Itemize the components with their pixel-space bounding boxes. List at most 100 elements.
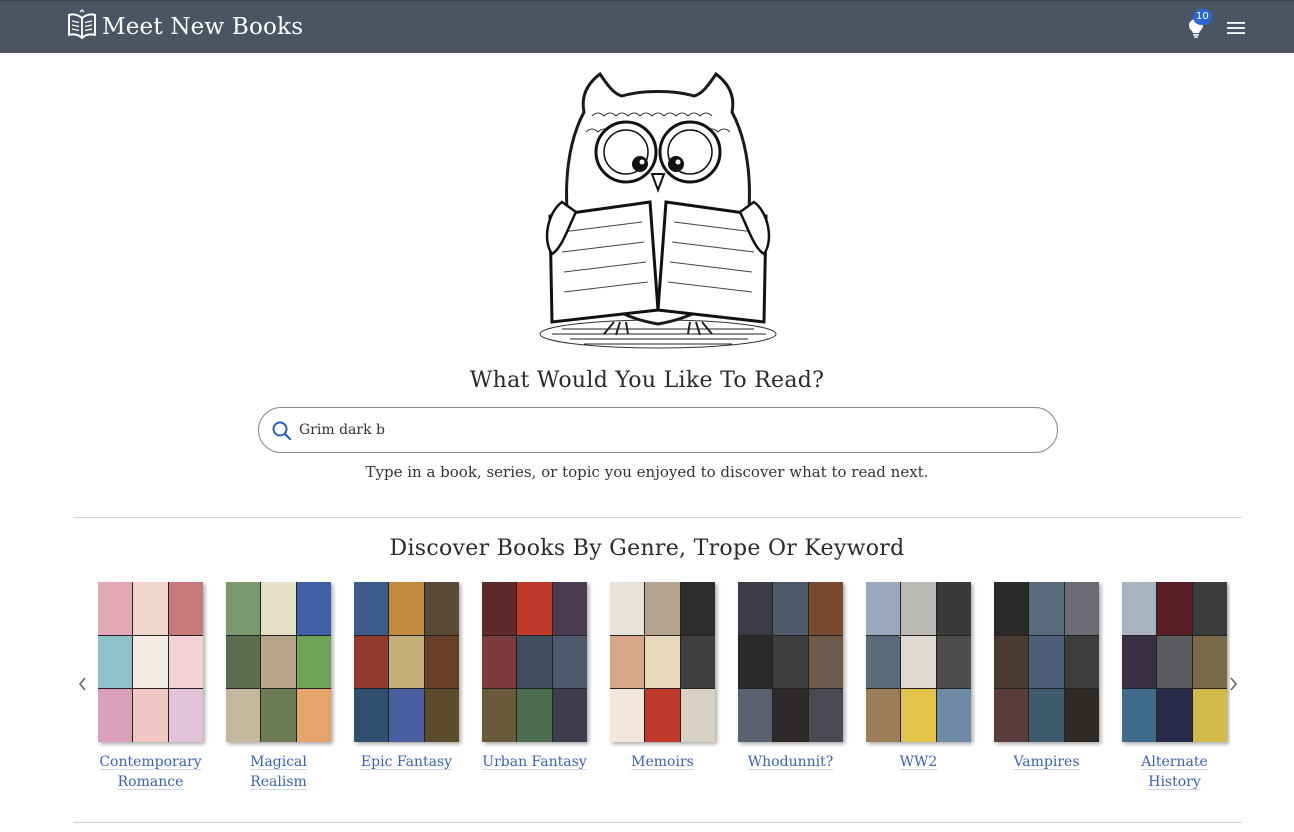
book-cover-thumbnail (808, 635, 843, 689)
book-cover-thumbnail (98, 689, 133, 742)
book-cover-thumbnail (773, 635, 808, 689)
book-cover-thumbnail (1064, 635, 1099, 689)
genre-cover-collage[interactable] (738, 582, 843, 742)
book-cover-thumbnail (482, 635, 517, 689)
section-divider (74, 517, 1242, 518)
brand-logo-link[interactable]: Meet New Books (66, 9, 304, 44)
genre-link-label[interactable]: Urban Fantasy (482, 752, 587, 772)
book-cover-thumbnail (98, 582, 133, 635)
genre-cover-collage[interactable] (98, 582, 203, 742)
book-cover-thumbnail (866, 635, 901, 689)
brand-name: Meet New Books (102, 14, 304, 40)
genre-link-text: Contemporary Romance (99, 754, 202, 790)
book-cover-thumbnail (994, 635, 1029, 689)
book-cover-thumbnail (680, 582, 715, 635)
book-cover-thumbnail (482, 689, 517, 742)
discover-title: Discover Books By Genre, Trope Or Keywor… (389, 536, 905, 561)
genre-card[interactable]: WW2 (866, 582, 986, 772)
book-cover-thumbnail (1064, 582, 1099, 635)
genre-cover-collage[interactable] (994, 582, 1099, 742)
book-cover-thumbnail (389, 635, 424, 689)
book-cover-thumbnail (994, 582, 1029, 635)
book-cover-thumbnail (424, 635, 459, 689)
book-cover-thumbnail (901, 635, 936, 689)
section-divider-bottom (74, 822, 1242, 823)
book-cover-thumbnail (738, 582, 773, 635)
book-cover-thumbnail (552, 689, 587, 742)
genre-card[interactable]: Urban Fantasy (482, 582, 602, 772)
book-cover-thumbnail (168, 635, 203, 689)
book-cover-thumbnail (296, 582, 331, 635)
search-input[interactable] (299, 416, 1039, 444)
genre-cover-collage[interactable] (482, 582, 587, 742)
book-cover-thumbnail (354, 689, 389, 742)
book-cover-thumbnail (1029, 582, 1064, 635)
book-cover-thumbnail (936, 635, 971, 689)
book-cover-thumbnail (552, 635, 587, 689)
book-cover-thumbnail (226, 635, 261, 689)
genre-link-label[interactable]: Contemporary Romance (98, 752, 203, 792)
genre-link-label[interactable]: Magical Realism (226, 752, 331, 792)
book-cover-thumbnail (389, 689, 424, 742)
book-cover-thumbnail (680, 689, 715, 742)
book-cover-thumbnail (1192, 689, 1227, 742)
book-cover-thumbnail (168, 689, 203, 742)
book-cover-thumbnail (1192, 582, 1227, 635)
carousel-prev-button[interactable] (74, 674, 92, 694)
genre-link-label[interactable]: Memoirs (610, 752, 715, 772)
book-cover-thumbnail (901, 689, 936, 742)
book-cover-thumbnail (936, 582, 971, 635)
book-cover-thumbnail (261, 689, 296, 742)
book-cover-thumbnail (808, 689, 843, 742)
genre-card[interactable]: Epic Fantasy (354, 582, 474, 772)
genre-link-label[interactable]: Epic Fantasy (354, 752, 459, 772)
genre-link-text: Alternate History (1141, 754, 1208, 790)
genre-link-label[interactable]: Alternate History (1122, 752, 1227, 792)
genre-cover-collage[interactable] (1122, 582, 1227, 742)
search-bar (258, 407, 1058, 453)
genre-cover-collage[interactable] (610, 582, 715, 742)
book-cover-thumbnail (901, 582, 936, 635)
chevron-right-icon (1230, 677, 1238, 691)
book-cover-thumbnail (482, 582, 517, 635)
genre-cover-collage[interactable] (866, 582, 971, 742)
book-cover-thumbnail (226, 689, 261, 742)
book-cover-thumbnail (424, 582, 459, 635)
genre-link-label[interactable]: WW2 (866, 752, 971, 772)
genre-card[interactable]: Memoirs (610, 582, 730, 772)
book-cover-thumbnail (389, 582, 424, 635)
book-cover-thumbnail (645, 635, 680, 689)
book-cover-thumbnail (226, 582, 261, 635)
genre-cover-collage[interactable] (354, 582, 459, 742)
genre-link-label[interactable]: Vampires (994, 752, 1099, 772)
hero-subtitle: Type in a book, series, or topic you enj… (365, 463, 929, 481)
book-cover-thumbnail (738, 635, 773, 689)
carousel-next-button[interactable] (1224, 674, 1242, 694)
main-menu-button[interactable] (1224, 11, 1248, 45)
owl-reading-book-illustration (522, 71, 794, 352)
genre-card[interactable]: Alternate History (1122, 582, 1230, 792)
book-cover-thumbnail (936, 689, 971, 742)
search-icon (272, 421, 292, 441)
genre-card[interactable]: Magical Realism (226, 582, 346, 792)
book-cover-thumbnail (866, 582, 901, 635)
book-cover-thumbnail (773, 582, 808, 635)
notifications-button[interactable]: 10 (1184, 9, 1212, 45)
genre-card[interactable]: Vampires (994, 582, 1114, 772)
book-cover-thumbnail (1122, 582, 1157, 635)
book-cover-thumbnail (610, 689, 645, 742)
genre-cover-collage[interactable] (226, 582, 331, 742)
chevron-left-icon (78, 677, 86, 691)
genre-card[interactable]: Contemporary Romance (98, 582, 218, 792)
genre-card[interactable]: Whodunnit? (738, 582, 858, 772)
book-cover-thumbnail (645, 689, 680, 742)
genre-link-label[interactable]: Whodunnit? (738, 752, 843, 772)
book-cover-thumbnail (1157, 689, 1192, 742)
book-cover-thumbnail (424, 689, 459, 742)
book-cover-thumbnail (866, 689, 901, 742)
book-cover-thumbnail (610, 635, 645, 689)
book-cover-thumbnail (98, 635, 133, 689)
hero-title: What Would You Like To Read? (469, 368, 825, 393)
book-cover-thumbnail (1064, 689, 1099, 742)
book-cover-thumbnail (552, 582, 587, 635)
